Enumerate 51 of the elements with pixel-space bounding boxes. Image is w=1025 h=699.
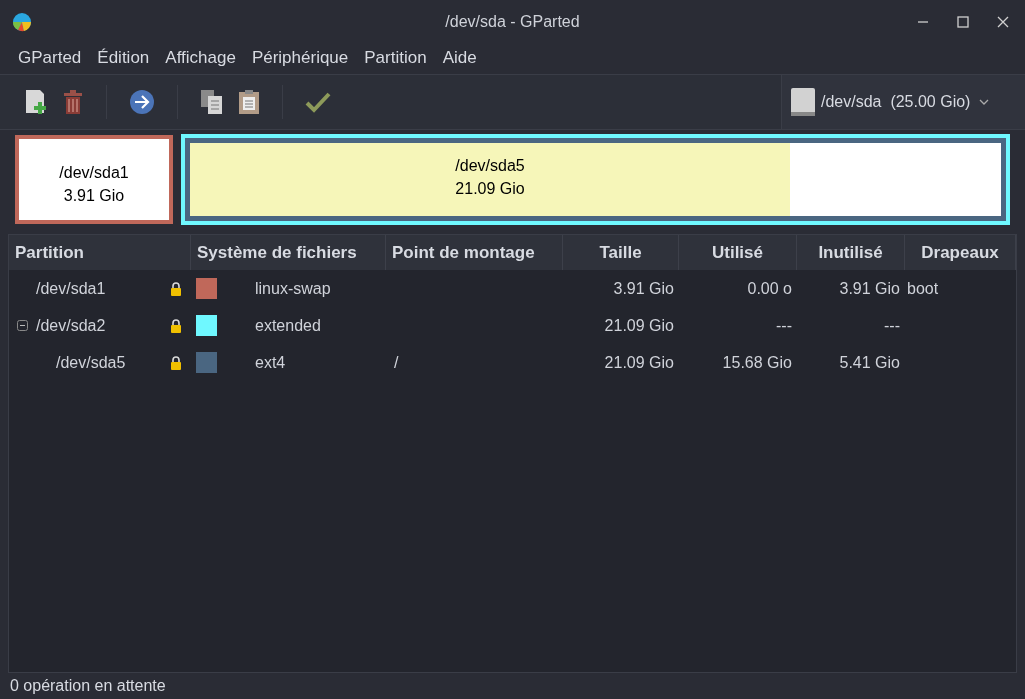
- menu-item[interactable]: Édition: [89, 45, 158, 71]
- status-text: 0 opération en attente: [10, 676, 166, 696]
- column-header[interactable]: Partition: [9, 235, 191, 270]
- filesystem-text: linux-swap: [255, 278, 331, 299]
- filesystem-text: ext4: [255, 352, 286, 373]
- column-header[interactable]: Système de fichiers: [191, 235, 386, 270]
- mount-point-text: /: [394, 353, 399, 371]
- hard-drive-icon: [790, 87, 816, 117]
- clipboard-icon[interactable]: [238, 89, 260, 115]
- used-text: 0.00 o: [747, 279, 792, 297]
- column-header[interactable]: Utilisé: [679, 235, 797, 270]
- partition-label: /dev/sda5 21.09 Gio: [454, 156, 526, 199]
- column-header[interactable]: Drapeaux: [905, 235, 1016, 270]
- unused-text: ---: [884, 316, 900, 334]
- unused-text: 3.91 Gio: [839, 279, 900, 297]
- column-header[interactable]: Inutilisé: [797, 235, 905, 270]
- window-title: /dev/sda - GParted: [445, 12, 580, 32]
- app-logo-icon: [12, 12, 32, 32]
- size-text: 21.09 Gio: [604, 353, 674, 371]
- menu-item[interactable]: Périphérique: [243, 45, 357, 71]
- flags-text: boot: [907, 279, 939, 297]
- menu-item[interactable]: Affichage: [157, 45, 244, 71]
- filesystem-text: extended: [255, 315, 321, 336]
- new-partition-icon[interactable]: [24, 89, 48, 115]
- partition-name: /dev/sda1: [36, 278, 106, 299]
- checkmark-icon[interactable]: [305, 91, 331, 113]
- lock-icon: [170, 318, 182, 333]
- size-text: 3.91 Gio: [613, 279, 674, 297]
- used-text: 15.68 Gio: [722, 353, 792, 371]
- partition-label: /dev/sda1 3.91 Gio: [58, 163, 130, 206]
- partition-name: /dev/sda2: [36, 315, 106, 336]
- copy-icon[interactable]: [200, 89, 224, 115]
- size-text: 21.09 Gio: [604, 316, 674, 334]
- lock-icon: [170, 355, 182, 370]
- menu-item[interactable]: Aide: [434, 45, 485, 71]
- arrow-circle-icon[interactable]: [129, 89, 155, 115]
- trash-icon[interactable]: [62, 89, 84, 115]
- partition-block[interactable]: /dev/sda1 3.91 Gio: [15, 135, 173, 224]
- lock-icon: [170, 281, 182, 296]
- partition-name: /dev/sda5: [56, 352, 126, 373]
- column-header[interactable]: Taille: [563, 235, 679, 270]
- column-header[interactable]: Point de montage: [386, 235, 563, 270]
- device-selector[interactable]: /dev/sda (25.00 Gio): [781, 75, 1025, 129]
- menu-item[interactable]: GParted: [10, 45, 90, 71]
- maximize-icon[interactable]: [957, 16, 969, 28]
- menu-item[interactable]: Partition: [356, 45, 435, 71]
- used-text: ---: [776, 316, 792, 334]
- collapse-icon[interactable]: [17, 320, 28, 331]
- unused-text: 5.41 Gio: [839, 353, 900, 371]
- close-icon[interactable]: [997, 16, 1009, 28]
- chevron-down-icon: [979, 98, 990, 106]
